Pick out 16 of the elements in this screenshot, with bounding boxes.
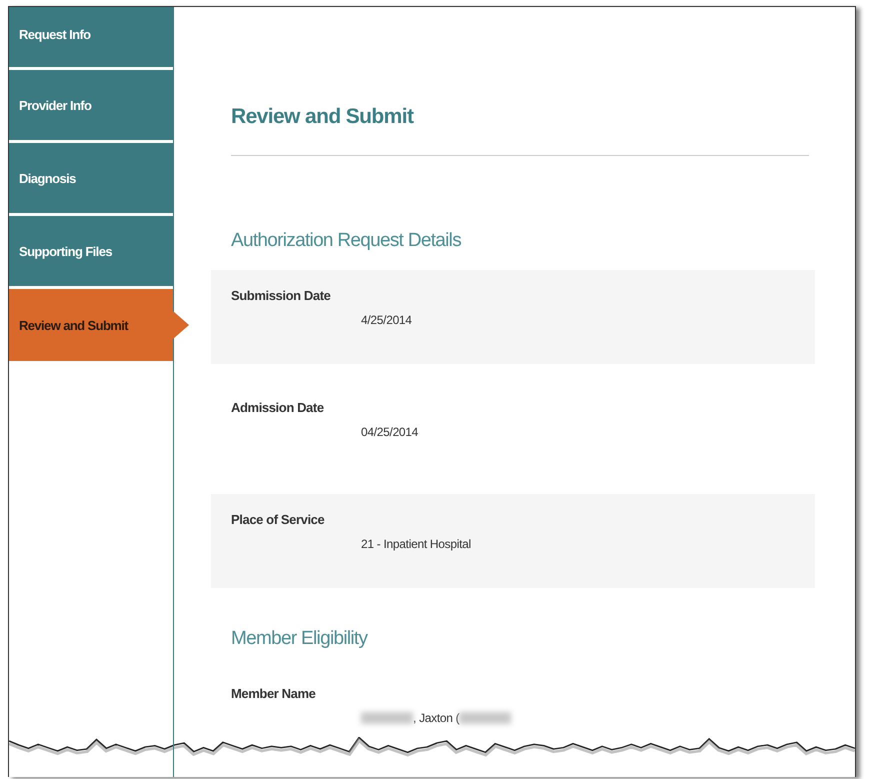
sidebar-item[interactable]: Review and Submit: [9, 289, 189, 361]
field-value: 21 - Inpatient Hospital: [361, 537, 471, 551]
field-value: 4/25/2014: [361, 313, 412, 327]
field-label: Admission Date: [231, 400, 325, 415]
section-title: Authorization Request Details: [231, 230, 462, 252]
field-label: Submission Date: [231, 288, 332, 303]
sidebar-item[interactable]: Supporting Files: [9, 216, 173, 289]
sidebar-item[interactable]: Diagnosis: [9, 143, 173, 216]
field-label: Member Name: [231, 686, 316, 701]
page-title: Review and Submit: [231, 105, 415, 129]
field-label: Place of Service: [231, 512, 326, 527]
section-title: Member Eligibility: [231, 628, 369, 650]
sidebar-item[interactable]: Provider Info: [9, 70, 173, 143]
field-value: , Jaxton (: [413, 711, 460, 725]
sidebar-item[interactable]: Request Info: [9, 7, 173, 70]
field-value: 04/25/2014: [361, 425, 418, 439]
